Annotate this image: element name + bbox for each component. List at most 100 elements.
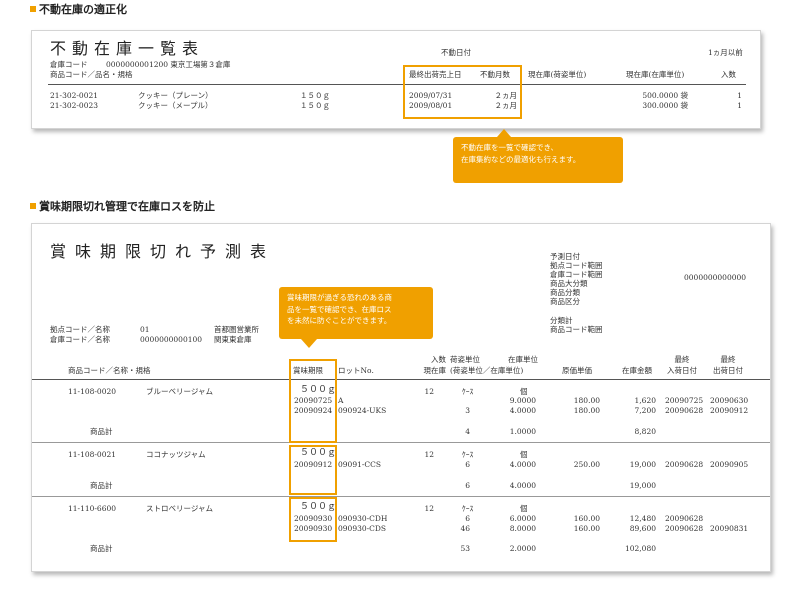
warehouse-label: 倉庫コード [50, 60, 88, 69]
group-count: 12 [424, 504, 434, 513]
product-column-label: 商品コード／品名・規格 [50, 70, 133, 79]
row-amount: 89,600 [629, 524, 656, 533]
cond-value: 0000000000000 [684, 273, 747, 282]
section-heading-expiry: 賞味期限切れ管理で在庫ロスを防止 [30, 198, 215, 214]
unit-case: ｹｰｽ [462, 504, 474, 513]
warehouse-value: 0000000001200 東京工場第３倉庫 [106, 60, 231, 69]
section-heading-text: 賞味期限切れ管理で在庫ロスを防止 [39, 200, 215, 213]
highlight-box [403, 65, 522, 119]
row-amount: 7,200 [634, 406, 656, 415]
unit-case: ｹｰｽ [462, 387, 474, 396]
highlight-box [289, 445, 337, 495]
row-last-in: 20090628 [665, 460, 704, 469]
callout-pointer-icon [301, 339, 317, 348]
base-name: 首都圏営業所 [214, 325, 259, 334]
subtotal-case: 53 [460, 544, 470, 553]
row-qty-piece: 8.0000 [509, 524, 536, 533]
row-spec: １５０ｇ [300, 101, 330, 110]
col-stock-pack: 現在庫(荷姿単位) [528, 70, 587, 79]
header-rule [32, 379, 770, 380]
row-code: 21-302-0021 [50, 91, 99, 100]
row-lot: 090930-CDS [338, 524, 387, 533]
row-last-out: 20090905 [710, 460, 749, 469]
row-amount: 1,620 [634, 396, 656, 405]
row-count: 1 [737, 101, 742, 110]
row-qty-case: 6 [465, 460, 470, 469]
h-lot: ロットNo. [338, 366, 374, 375]
subtotal-amount: 8,820 [634, 427, 656, 436]
callout-dead-stock: 不動在庫を一覧で確認でき、 在庫集約などの最適化も行えます。 [453, 129, 623, 183]
callout-line: 賞味期限が過ぎる恐れのある商 [287, 293, 392, 302]
h-stock: 現在庫 [423, 366, 447, 375]
group-name: ブルーベリージャム [146, 387, 213, 396]
unit-case: ｹｰｽ [462, 450, 474, 459]
row-last-in: 20090628 [665, 514, 704, 523]
base-label: 拠点コード／名称 [50, 325, 110, 334]
h-unit: 在庫単位 [508, 355, 538, 364]
row-qty-piece: 6.0000 [509, 514, 536, 523]
row-stock: 300.0000 袋 [642, 101, 688, 110]
row-cost: 180.00 [573, 396, 600, 405]
row-cost: 250.00 [573, 460, 600, 469]
row-cost: 160.00 [573, 514, 600, 523]
row-cost: 160.00 [573, 524, 600, 533]
row-lot: A [338, 396, 344, 405]
subtotal-amount: 19,000 [629, 481, 656, 490]
h-pack-unit: (荷姿単位／在庫単位) [450, 366, 524, 375]
fudo-date-label: 不動日付 [441, 48, 471, 57]
dead-stock-report: 不動在庫一覧表 倉庫コード 0000000001200 東京工場第３倉庫 商品コ… [31, 30, 761, 129]
group-code: 11-110-6600 [68, 504, 117, 513]
group-name: ストロベリージャム [146, 504, 213, 513]
h-last-in: 最終 [674, 355, 690, 364]
section-heading-text: 不動在庫の適正化 [39, 3, 127, 16]
group-name: ココナッツジャム [146, 450, 206, 459]
h-pack: 荷姿単位 [450, 355, 480, 364]
subtotal-piece: 2.0000 [509, 544, 536, 553]
bullet-square-icon [30, 203, 36, 209]
row-last-in: 20090628 [665, 524, 704, 533]
row-code: 21-302-0023 [50, 101, 99, 110]
row-qty-piece: 4.0000 [509, 406, 536, 415]
h-cost: 原価単価 [562, 366, 592, 375]
subtotal-label: 商品計 [90, 481, 113, 490]
cond-label: 商品区分 [550, 297, 580, 306]
subtotal-piece: 1.0000 [509, 427, 536, 436]
wh-label: 倉庫コード／名称 [50, 335, 110, 344]
group-count: 12 [424, 450, 434, 459]
row-qty-piece: 4.0000 [509, 460, 536, 469]
h-last-out: 最終 [720, 355, 736, 364]
report-title: 賞味期限切れ予測表 [50, 242, 276, 261]
callout-expiry: 賞味期限が過ぎる恐れのある商 品を一覧で確認でき、在庫ロス を未然に防ぐことがで… [279, 287, 433, 348]
row-last-out: 20090912 [710, 406, 749, 415]
row-stock: 500.0000 袋 [642, 91, 688, 100]
row-qty-case: 6 [465, 514, 470, 523]
row-last-out: 20090630 [710, 396, 749, 405]
group-code: 11-108-0021 [68, 450, 117, 459]
group-rule [32, 442, 770, 443]
row-last-out: 20090831 [710, 524, 749, 533]
highlight-box [289, 359, 337, 443]
callout-line: 在庫集約などの最適化も行えます。 [461, 154, 581, 164]
group-rule [32, 496, 770, 497]
report-title: 不動在庫一覧表 [50, 39, 205, 58]
row-count: 1 [737, 91, 742, 100]
col-stock-unit: 現在庫(在庫単位) [626, 70, 685, 79]
subtotal-case: 6 [465, 481, 470, 490]
wh-code: 0000000000100 [140, 335, 203, 344]
base-code: 01 [140, 325, 150, 334]
unit-piece: 個 [520, 450, 528, 459]
row-last-in: 20090725 [665, 396, 704, 405]
highlight-box [289, 497, 337, 542]
expiry-forecast-report: 賞味期限切れ予測表 予測日付 拠点コード範囲 倉庫コード範囲 商品大分類 商品分… [31, 223, 771, 572]
row-cost: 180.00 [573, 406, 600, 415]
wh-name: 関東東倉庫 [214, 335, 252, 344]
row-spec: １５０ｇ [300, 91, 330, 100]
group-code: 11-108-0020 [68, 387, 117, 396]
subtotal-amount: 102,080 [624, 544, 656, 553]
cond-label: 商品コード範囲 [550, 325, 603, 334]
row-lot: 090930-CDH [338, 514, 388, 523]
bullet-square-icon [30, 6, 36, 12]
h-last-out-date: 出荷日付 [713, 366, 743, 375]
subtotal-piece: 4.0000 [509, 481, 536, 490]
section-heading-dead-stock: 不動在庫の適正化 [30, 1, 127, 17]
